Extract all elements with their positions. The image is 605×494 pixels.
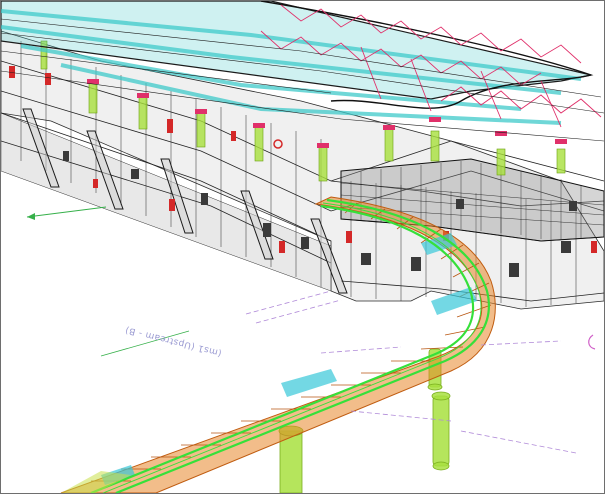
annotation-leader-green bbox=[26, 206, 107, 218]
alignment-label: (ms1 (Upstream - B) bbox=[124, 324, 223, 358]
annotation-arrow-green bbox=[27, 213, 35, 220]
model-3d-viewport[interactable]: (ms1 (Upstream - B) bbox=[0, 0, 605, 494]
annotation-arc bbox=[588, 334, 596, 350]
bim-model-scene[interactable]: (ms1 (Upstream - B) bbox=[1, 1, 604, 493]
